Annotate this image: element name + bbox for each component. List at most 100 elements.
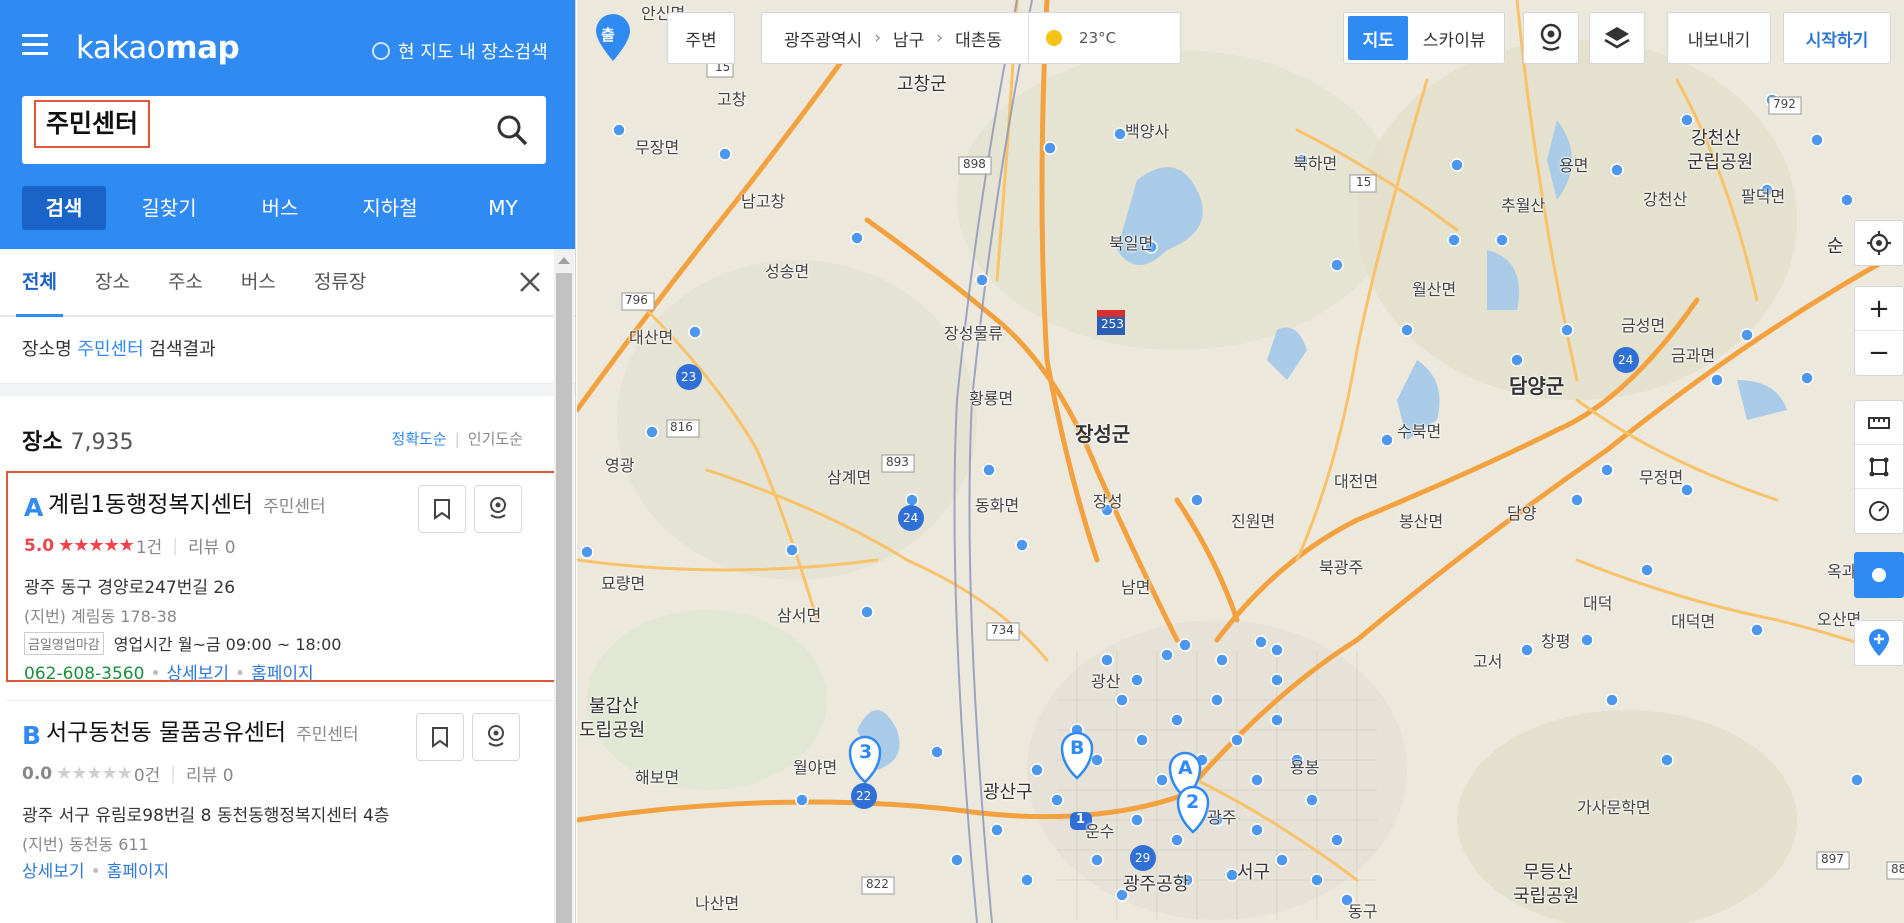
area-tool-button[interactable] xyxy=(1855,445,1903,489)
map-label: 남면 xyxy=(1121,578,1151,597)
breadcrumb-district[interactable]: 남구 xyxy=(893,26,924,51)
roadview-button[interactable] xyxy=(474,485,522,533)
road-number: 15 xyxy=(1356,175,1372,189)
chevron-right-icon: › xyxy=(874,28,882,48)
current-location-button[interactable] xyxy=(1855,221,1903,265)
layers-button[interactable] xyxy=(1589,12,1645,64)
rating-count: 0건 xyxy=(133,766,161,786)
filter-tab-stop[interactable]: 정류장 xyxy=(314,249,366,315)
breadcrumb-dong[interactable]: 대촌동 xyxy=(955,26,1002,51)
map-label: 장성군 xyxy=(1075,422,1131,446)
road-number: 23 xyxy=(681,370,697,384)
map-label: 봉산면 xyxy=(1399,512,1444,531)
tab-bus[interactable]: 버스 xyxy=(232,186,328,230)
locate-control xyxy=(1854,220,1904,266)
compass-icon xyxy=(1869,501,1889,521)
road-number: 822 xyxy=(866,877,889,891)
nearby-label: 주변 xyxy=(685,30,717,51)
view-skyview-button[interactable]: 스카이뷰 xyxy=(1408,16,1500,60)
zoom-in-button[interactable]: + xyxy=(1855,287,1903,331)
marker-label[interactable]: B xyxy=(1070,737,1084,759)
map-label: 무장면 xyxy=(635,138,680,157)
marker-label[interactable]: A xyxy=(1178,757,1193,779)
filter-tab-place[interactable]: 장소 xyxy=(95,249,130,315)
map-label: 북하면 xyxy=(1293,154,1338,173)
panel-scrollbar[interactable] xyxy=(554,249,574,923)
scrollbar-thumb[interactable] xyxy=(556,273,572,923)
tab-my[interactable]: MY xyxy=(452,186,554,230)
place-item-a[interactable]: A 계림1동행정복지센터 주민센터 5.0 ★★★★★ 1건 | 리뷰 0 광주 … xyxy=(6,471,569,684)
homepage-link[interactable]: 홈페이지 xyxy=(251,664,314,684)
sort-accuracy[interactable]: 정확도순 xyxy=(392,430,447,448)
filter-tab-bus[interactable]: 버스 xyxy=(241,249,276,315)
map-label: 나산면 xyxy=(695,894,740,913)
search-input[interactable]: 주민센터 xyxy=(34,100,151,148)
detail-link[interactable]: 상세보기 xyxy=(166,664,229,684)
layers-icon xyxy=(1604,27,1630,49)
zoom-out-button[interactable]: − xyxy=(1855,331,1903,375)
close-icon[interactable] xyxy=(517,269,543,295)
result-caption-keyword: 주민센터 xyxy=(77,339,144,360)
review-count[interactable]: 리뷰 0 xyxy=(188,533,236,558)
sort-popularity[interactable]: 인기도순 xyxy=(468,430,523,448)
place-name-row: 서구동천동 물품공유센터 주민센터 xyxy=(46,713,359,747)
map-label: 담양군 xyxy=(1509,374,1565,398)
map-label: 동구 xyxy=(1348,902,1378,921)
bookmark-button[interactable] xyxy=(418,485,466,533)
breadcrumb-city[interactable]: 광주광역시 xyxy=(784,26,862,51)
section-divider xyxy=(0,384,575,396)
map-label: 대전면 xyxy=(1334,472,1379,491)
map-label: 광산 xyxy=(1091,672,1121,691)
distance-tool-button[interactable] xyxy=(1855,401,1903,445)
start-now-button[interactable]: 시작하기 xyxy=(1783,12,1891,64)
roadview-button[interactable] xyxy=(472,713,520,761)
record-button[interactable] xyxy=(1854,552,1904,598)
marker-label[interactable]: 2 xyxy=(1186,791,1199,813)
menu-icon[interactable] xyxy=(22,34,48,56)
map-label: 성송면 xyxy=(765,262,810,281)
place-name[interactable]: 계림1동행정복지센터 xyxy=(48,492,253,518)
export-label: 내보내기 xyxy=(1687,30,1751,51)
app-root: kakaomap 현 지도 내 장소검색 주민센터 검색 길찾기 버스 지하철 … xyxy=(0,0,1904,923)
radius-tool-button[interactable] xyxy=(1855,489,1903,533)
crosshair-icon xyxy=(1867,231,1891,255)
tab-search[interactable]: 검색 xyxy=(22,186,106,230)
add-place-button[interactable] xyxy=(1854,620,1904,666)
rating-score: 0.0 xyxy=(22,763,53,784)
map-label: 강천산 xyxy=(1643,190,1688,209)
tab-directions[interactable]: 길찾기 xyxy=(106,186,232,230)
filter-tab-address[interactable]: 주소 xyxy=(168,249,203,315)
marker-label[interactable]: 3 xyxy=(859,741,872,763)
nearby-button[interactable]: 주변 xyxy=(667,12,735,64)
map-label: 묘량면 xyxy=(601,574,646,593)
place-links: 062-608-3560 • 상세보기 • 홈페이지 xyxy=(24,659,314,684)
place-phone[interactable]: 062-608-3560 xyxy=(24,664,144,684)
link-separator: • xyxy=(90,862,101,882)
search-icon[interactable] xyxy=(496,114,528,146)
marker-label[interactable]: 1 xyxy=(1076,812,1085,827)
place-name[interactable]: 서구동천동 물품공유센터 xyxy=(46,720,286,746)
scroll-up-arrow-icon[interactable] xyxy=(558,257,570,264)
map-area-search-toggle[interactable]: 현 지도 내 장소검색 xyxy=(372,38,548,64)
detail-link[interactable]: 상세보기 xyxy=(22,862,85,882)
zoom-control: + − xyxy=(1854,286,1904,376)
map-canvas[interactable]: 15 796 23 816 898 893 24 734 22 822 15 7… xyxy=(577,0,1904,923)
start-point-button[interactable]: 출 xyxy=(591,12,635,64)
place-item-b[interactable]: B 서구동천동 물품공유센터 주민센터 0.0 ★★★★★ 0건 | 리뷰 0 광… xyxy=(6,700,569,890)
kakaomap-logo[interactable]: kakaomap xyxy=(76,30,240,66)
map-label: 황룡면 xyxy=(969,389,1014,408)
road-number: 796 xyxy=(625,293,648,307)
filter-tab-all[interactable]: 전체 xyxy=(16,249,63,317)
road-number: 24 xyxy=(1618,353,1634,367)
homepage-link[interactable]: 홈페이지 xyxy=(107,862,170,882)
weather-temperature: 23°C xyxy=(1079,29,1117,47)
map-label: 백양사 xyxy=(1125,122,1170,141)
view-map-button[interactable]: 지도 xyxy=(1348,16,1409,60)
map-label: 군립공원 xyxy=(1687,152,1754,173)
export-button[interactable]: 내보내기 xyxy=(1667,12,1771,64)
roadview-map-button[interactable] xyxy=(1523,12,1579,64)
review-count[interactable]: 리뷰 0 xyxy=(186,761,234,786)
bookmark-button[interactable] xyxy=(416,713,464,761)
tab-subway[interactable]: 지하철 xyxy=(328,186,452,230)
region-breadcrumb: 광주광역시 › 남구 › 대촌동 23°C xyxy=(761,12,1181,64)
